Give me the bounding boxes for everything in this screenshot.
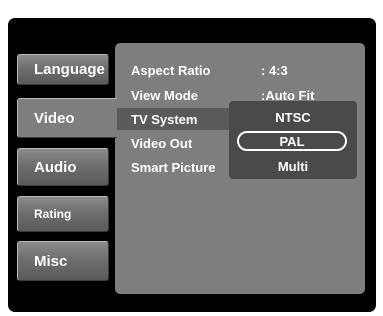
setting-video-out[interactable]: Video Out xyxy=(131,132,192,154)
setting-label: View Mode xyxy=(131,87,198,103)
option-label: PAL xyxy=(279,133,305,149)
setting-view-mode[interactable]: View Mode xyxy=(131,84,198,106)
tab-label: Audio xyxy=(34,158,77,176)
tab-label: Video xyxy=(34,109,75,127)
setting-value: : 4:3 xyxy=(261,62,288,78)
setting-label: Smart Picture xyxy=(131,159,216,175)
option-ntsc[interactable]: NTSC xyxy=(229,106,357,128)
tv-system-dropdown[interactable]: NTSC PAL Multi xyxy=(229,101,357,179)
setting-value-aspect-ratio: : 4:3 xyxy=(261,59,288,81)
setting-aspect-ratio[interactable]: Aspect Ratio xyxy=(131,59,210,81)
option-pal[interactable]: PAL xyxy=(237,131,347,151)
option-multi[interactable]: Multi xyxy=(229,155,357,177)
tab-label: Language xyxy=(34,61,105,78)
setting-label: Video Out xyxy=(131,135,193,151)
setting-tv-system[interactable]: TV System xyxy=(131,108,197,130)
tab-rating[interactable]: Rating xyxy=(17,196,109,232)
tab-language[interactable]: Language xyxy=(17,54,109,85)
setting-label: Aspect Ratio xyxy=(131,62,211,78)
tab-misc[interactable]: Misc xyxy=(17,241,109,281)
tab-label: Rating xyxy=(34,207,72,221)
option-label: NTSC xyxy=(275,109,311,125)
video-settings-panel: Aspect Ratio : 4:3 View Mode :Auto Fit T… xyxy=(115,43,365,294)
tab-audio[interactable]: Audio xyxy=(17,148,109,186)
option-label: Multi xyxy=(277,158,309,174)
tab-label: Misc xyxy=(34,252,68,270)
setting-label: TV System xyxy=(131,111,198,127)
setting-smart-picture[interactable]: Smart Picture xyxy=(131,156,216,178)
tab-video[interactable]: Video xyxy=(17,98,117,138)
